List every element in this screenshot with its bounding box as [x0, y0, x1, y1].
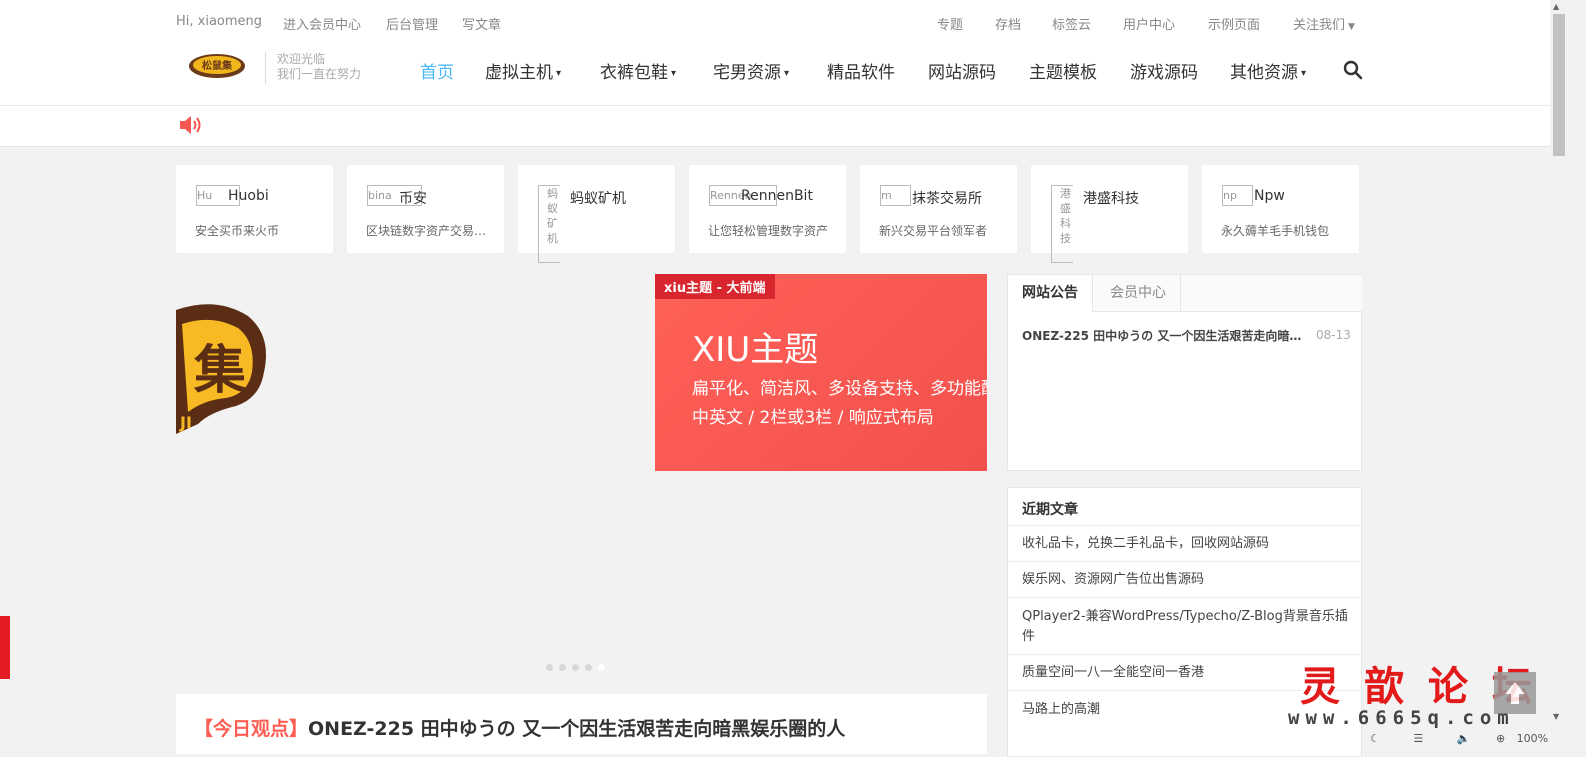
follow-us-link[interactable]: 关注我们 ▼: [1293, 14, 1355, 33]
browser-statusbar: ☾ ☰ 🔈 ⊕ 100%: [1370, 732, 1548, 745]
scroll-up-arrow-icon[interactable]: ▲: [1553, 2, 1559, 11]
card-desc: 永久薅羊毛手机钱包: [1221, 224, 1330, 238]
nav-site-source[interactable]: 网站源码: [928, 58, 996, 83]
card-image: m: [880, 185, 911, 206]
slider-dot[interactable]: [546, 664, 553, 671]
follow-us-label: 关注我们: [1293, 18, 1346, 33]
slider-dot[interactable]: [585, 664, 592, 671]
card-name: 港盛科技: [1083, 191, 1139, 207]
member-center-link[interactable]: 进入会员中心: [283, 14, 361, 33]
card-name: 蚂蚁矿机: [570, 191, 626, 207]
card-name: 抹茶交易所: [912, 191, 982, 207]
volume-icon: 🔈: [1456, 732, 1471, 745]
link-card[interactable]: 蚂蚁矿机 蚂蚁矿机: [518, 165, 675, 263]
mascot-logo-image: 集 JI: [176, 304, 266, 434]
slide-subtitle-1: 扁平化、简洁风、多设备支持、多功能配置: [692, 379, 987, 399]
topics-link[interactable]: 专题: [937, 14, 963, 33]
nav-virtual-host[interactable]: 虚拟主机 ▾: [485, 58, 561, 83]
notice-item-title[interactable]: ONEZ-225 田中ゆうの 又一个因生活艰苦走向暗黑娱乐圈的人: [1022, 327, 1304, 344]
featured-article-line: 【今日观点】ONEZ-225 田中ゆうの 又一个因生活艰苦走向暗黑娱乐圈的人: [194, 714, 845, 741]
card-name: Huobi: [228, 188, 269, 204]
notice-tabs: 网站公告 会员中心: [1008, 275, 1362, 312]
card-image: 港盛科技: [1051, 185, 1073, 263]
svg-text:JI: JI: [179, 413, 192, 432]
nav-home[interactable]: 首页: [420, 58, 454, 83]
article-tag: 【今日观点】: [194, 718, 309, 740]
card-desc: 安全买币来火币: [195, 224, 280, 238]
side-float-tab[interactable]: [0, 616, 10, 679]
svg-text:集: 集: [193, 341, 246, 401]
slide-subtitle-2: 中英文 / 2栏或3栏 / 响应式布局: [692, 408, 934, 428]
card-desc: 新兴交易平台领军者: [879, 224, 988, 238]
recent-posts-heading: 近期文章: [1022, 502, 1078, 518]
slider-pagination: [546, 656, 611, 675]
recent-post-item[interactable]: QPlayer2-兼容WordPress/Typecho/Z-Blog背景音乐插…: [1008, 597, 1362, 655]
tab-announcement[interactable]: 网站公告: [1008, 275, 1093, 312]
chevron-down-icon: ▾: [784, 68, 790, 79]
write-post-link[interactable]: 写文章: [462, 14, 501, 33]
nav-clothing[interactable]: 衣裤包鞋 ▾: [600, 58, 676, 83]
slide-tag: xiu主题 - 大前端: [655, 274, 775, 299]
card-image: 蚂蚁矿机: [538, 185, 560, 263]
card-name: 币安: [399, 191, 427, 207]
site-slogan: 欢迎光临 我们一直在努力: [265, 52, 361, 84]
nav-other[interactable]: 其他资源 ▾: [1230, 58, 1306, 83]
example-page-link[interactable]: 示例页面: [1208, 14, 1260, 33]
chevron-down-icon: ▼: [1348, 22, 1355, 32]
watermark-url: www.6665q.com: [1288, 707, 1515, 729]
notice-item-date: 08-13: [1316, 328, 1351, 342]
card-desc: 区块链数字资产交易平台: [366, 224, 496, 238]
chevron-down-icon: ▾: [556, 68, 562, 79]
speaker-icon: [180, 116, 201, 134]
recent-post-item[interactable]: 娱乐网、资源网广告位出售源码: [1008, 561, 1362, 598]
chevron-down-icon: ▾: [1301, 68, 1307, 79]
notice-panel: 网站公告 会员中心 ONEZ-225 田中ゆうの 又一个因生活艰苦走向暗黑娱乐圈…: [1007, 274, 1362, 471]
link-card[interactable]: np Npw 永久薅羊毛手机钱包: [1202, 165, 1359, 253]
scroll-down-arrow-icon[interactable]: ▼: [1553, 712, 1559, 721]
header-divider: [0, 105, 1550, 106]
nav-label: 宅男资源: [713, 63, 781, 83]
nav-game-source[interactable]: 游戏源码: [1130, 58, 1198, 83]
nav-label: 衣裤包鞋: [600, 63, 668, 83]
moon-icon: ☾: [1370, 732, 1380, 745]
card-desc: 让您轻松管理数字资产: [708, 224, 829, 238]
site-logo[interactable]: 松鼠集: [188, 52, 246, 80]
chevron-down-icon: ▾: [671, 68, 677, 79]
slider-dot-active[interactable]: [598, 664, 605, 671]
nav-resources[interactable]: 宅男资源 ▾: [713, 58, 789, 83]
reader-icon: ☰: [1413, 732, 1424, 745]
tab-member-center[interactable]: 会员中心: [1096, 275, 1181, 311]
zoom-level: 100%: [1516, 732, 1549, 745]
svg-text:松鼠集: 松鼠集: [202, 59, 233, 72]
card-name: RennenBit: [741, 188, 813, 204]
slider-dot[interactable]: [572, 664, 579, 671]
slogan-line-2: 我们一直在努力: [277, 67, 362, 81]
admin-link[interactable]: 后台管理: [386, 14, 438, 33]
nav-themes[interactable]: 主题模板: [1029, 58, 1097, 83]
link-card[interactable]: Rennen RennenBit 让您轻松管理数字资产: [689, 165, 846, 253]
archive-link[interactable]: 存档: [995, 14, 1021, 33]
zoom-in-icon[interactable]: ⊕: [1496, 732, 1505, 745]
nav-software[interactable]: 精品软件: [827, 58, 895, 83]
slide-banner[interactable]: xiu主题 - 大前端 XIU主题 扁平化、简洁风、多设备支持、多功能配置 中英…: [655, 274, 987, 471]
featured-article[interactable]: 【今日观点】ONEZ-225 田中ゆうの 又一个因生活艰苦走向暗黑娱乐圈的人: [176, 694, 987, 754]
link-card[interactable]: bina 币安 区块链数字资产交易平台: [347, 165, 504, 253]
slogan-line-1: 欢迎光临: [277, 52, 326, 66]
article-title[interactable]: ONEZ-225 田中ゆうの 又一个因生活艰苦走向暗黑娱乐圈的人: [308, 718, 845, 740]
nav-label: 虚拟主机: [485, 63, 553, 83]
search-icon[interactable]: [1343, 60, 1363, 80]
user-center-link[interactable]: 用户中心: [1123, 14, 1175, 33]
nav-label: 其他资源: [1230, 63, 1298, 83]
link-card[interactable]: Hu Huobi 安全买币来火币: [176, 165, 333, 253]
user-greeting[interactable]: Hi, xiaomeng: [176, 14, 262, 29]
link-card[interactable]: 港盛科技 港盛科技: [1031, 165, 1188, 263]
card-name: Npw: [1254, 188, 1285, 204]
link-card[interactable]: m 抹茶交易所 新兴交易平台领军者: [860, 165, 1017, 253]
recent-post-item[interactable]: 收礼品卡，兑换二手礼品卡，回收网站源码: [1008, 525, 1362, 562]
slider-dot[interactable]: [559, 664, 566, 671]
card-image: np: [1222, 185, 1253, 206]
scrollbar-thumb[interactable]: [1553, 14, 1565, 156]
slide-title: XIU主题: [692, 330, 819, 370]
tag-cloud-link[interactable]: 标签云: [1052, 14, 1091, 33]
